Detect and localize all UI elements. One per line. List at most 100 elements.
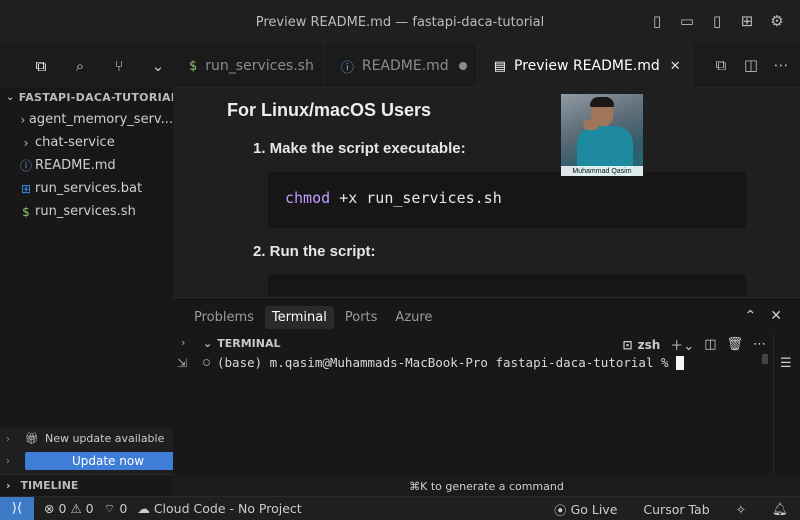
chevron-down-icon[interactable]: ⌄ [148, 56, 168, 76]
close-icon[interactable]: ✕ [670, 59, 681, 74]
update-notification: › › 🎁︎ New update available ✕ Update now [0, 428, 200, 474]
terminal-prompt: (base) m.qasim@Muhammads-MacBook-Pro fas… [217, 355, 669, 370]
chevron-right-icon[interactable]: › [181, 336, 185, 349]
open-source-icon[interactable]: ⧉ [712, 56, 730, 74]
info-icon: ⓘ [19, 159, 32, 173]
more-actions-icon[interactable]: ⋯ [772, 56, 790, 74]
tree-folder-agent-memory[interactable]: › agent_memory_serv... [0, 108, 173, 131]
maximize-panel-icon[interactable]: ⌃ [745, 308, 757, 324]
tab-azure[interactable]: Azure [388, 306, 439, 329]
search-icon[interactable]: ⌕ [70, 56, 90, 76]
source-control-icon[interactable]: ⑂ [109, 56, 129, 76]
shell-selector[interactable]: ⊡ zsh [623, 338, 661, 352]
webcam-name: Muhammad Qasim [561, 166, 643, 176]
status-bar: ⟩⟨ ⊗ 0 ⚠ 0 ⌔ 0 ☁ Cloud Code - No Project… [0, 496, 800, 520]
bottom-panel: Problems Terminal Ports Azure ⌃ ✕ › ⌄ TE… [173, 297, 800, 493]
gift-icon: 🎁︎ [25, 432, 39, 445]
close-panel-icon[interactable]: ✕ [770, 308, 782, 324]
info-icon: ⓘ [340, 60, 354, 76]
chevron-right-icon: › [23, 135, 29, 150]
more-icon[interactable]: ⋯ [753, 337, 766, 352]
terminal-section[interactable]: ⌄ TERMINAL [203, 337, 280, 350]
terminal-list-icon[interactable]: ☰ [780, 356, 792, 371]
tree-file-run-services-bat[interactable]: ⊞ run_services.bat [0, 177, 173, 200]
cloud-icon: ☁ [137, 501, 150, 516]
chevron-right-icon: › [20, 112, 26, 127]
modified-dot-icon [458, 62, 467, 70]
chevron-right-icon[interactable]: › [6, 434, 10, 445]
update-now-button[interactable]: Update now [25, 452, 191, 470]
dollar-icon: $ [22, 204, 30, 219]
tab-run-services-sh[interactable]: $ run_services.sh [173, 44, 325, 88]
terminal-hint: ⌘K to generate a command [409, 480, 564, 493]
preview-step-1: 1. Make the script executable: [253, 140, 466, 157]
split-terminal-icon[interactable]: ◫ [704, 337, 716, 352]
preview-heading: For Linux/macOS Users [227, 100, 432, 120]
go-live-label: Go Live [570, 501, 618, 517]
toggle-primary-sidebar-icon[interactable]: ▯ [648, 12, 666, 30]
toggle-secondary-sidebar-icon[interactable]: ▯ [708, 12, 726, 30]
code-args: +x run_services.sh [330, 189, 502, 207]
antenna-icon: ⌔ [103, 500, 116, 516]
shell-name: zsh [637, 337, 661, 352]
tab-ports[interactable]: Ports [338, 306, 385, 329]
explorer-icon[interactable]: ⧉ [31, 56, 51, 76]
tab-terminal[interactable]: Terminal [264, 306, 334, 329]
explorer-sidebar: ⌄ FASTAPI-DACA-TUTORIAL › agent_memory_s… [0, 88, 173, 474]
terminal-scrollbar[interactable] [762, 354, 768, 364]
customize-layout-icon[interactable]: ⊞ [738, 12, 756, 30]
code-block: chmod +x run_services.sh [268, 172, 746, 228]
code-command: chmod [285, 189, 331, 207]
terminal-prompt-line[interactable]: (base) m.qasim@Muhammads-MacBook-Pro fas… [203, 355, 684, 370]
activity-bar: ⧉ ⌕ ⑂ ⌄ [0, 44, 173, 88]
status-right: ⦿ Go Live Cursor Tab ✧ 🔔︎ [544, 497, 788, 520]
tree-item-label: run_services.bat [35, 181, 143, 196]
timeline-section[interactable]: › TIMELINE [0, 474, 173, 496]
tab-readme[interactable]: ⓘ README.md [325, 44, 478, 88]
explorer-section-header[interactable]: ⌄ FASTAPI-DACA-TUTORIAL [0, 88, 173, 106]
toggle-panel-icon[interactable]: ▭ [678, 12, 696, 30]
new-terminal-icon[interactable]: ＋⌄ [670, 335, 694, 354]
terminal-launch-icon[interactable]: ⇲ [177, 356, 187, 370]
ports-status[interactable]: ⌔ 0 [104, 501, 128, 517]
preview-step-2: 2. Run the script: [253, 243, 376, 260]
tree-folder-chat-service[interactable]: › chat-service [0, 131, 173, 154]
cloud-code-status[interactable]: ☁ Cloud Code - No Project [137, 501, 301, 516]
terminal-toolbar: ⊡ zsh ＋⌄ ◫ 🗑︎ ⋯ [623, 335, 766, 354]
tree-item-label: agent_memory_serv... [28, 112, 173, 127]
markdown-preview: For Linux/macOS Users 1. Make the script… [173, 88, 800, 296]
editor-tabs: $ run_services.sh ⓘ README.md ▤ Preview … [173, 44, 800, 88]
command-status-circle-icon [203, 359, 210, 366]
terminal-header: › ⌄ TERMINAL ⊡ zsh ＋⌄ ◫ 🗑︎ ⋯ [173, 334, 800, 356]
tree-file-run-services-sh[interactable]: $ run_services.sh [0, 200, 173, 223]
chevron-right-icon[interactable]: › [6, 456, 10, 467]
settings-gear-icon[interactable]: ⚙ [768, 12, 786, 30]
ports-count: 0 [119, 501, 128, 516]
preview-icon: ▤ [493, 58, 506, 74]
terminal-cursor [675, 355, 684, 370]
tab-label: run_services.sh [205, 58, 314, 74]
bell-icon[interactable]: 🔔︎ [772, 501, 788, 517]
terminal-title: TERMINAL [217, 337, 281, 350]
tab-label: Preview README.md [514, 58, 660, 74]
split-editor-icon[interactable]: ◫ [742, 56, 760, 74]
problems-status[interactable]: ⊗ 0 ⚠ 0 [44, 501, 94, 516]
chevron-down-icon: ⌄ [6, 91, 15, 103]
cloud-code-label: Cloud Code - No Project [153, 501, 302, 516]
broadcast-icon: ⦿ [554, 502, 567, 518]
cursor-tab-button[interactable]: Cursor Tab [643, 502, 709, 517]
remote-icon[interactable]: ⟩⟨ [0, 496, 34, 520]
warning-icon: ⚠ [70, 501, 82, 516]
tree-item-label: README.md [35, 158, 116, 173]
tab-preview-readme[interactable]: ▤ Preview README.md ✕ [477, 44, 692, 88]
tree-file-readme[interactable]: ⓘ README.md [0, 154, 173, 177]
go-live-button[interactable]: ⦿ Go Live [554, 500, 617, 519]
update-label: New update available [44, 432, 165, 445]
trash-icon[interactable]: 🗑︎ [726, 337, 743, 352]
panel-actions: ⌃ ✕ [745, 308, 782, 324]
feedback-icon[interactable]: ✧ [736, 502, 746, 517]
person-hand [583, 120, 599, 130]
chevron-down-icon: ⌄ [203, 337, 213, 350]
tab-problems[interactable]: Problems [187, 306, 261, 329]
update-label-row: 🎁︎ New update available [25, 432, 164, 445]
